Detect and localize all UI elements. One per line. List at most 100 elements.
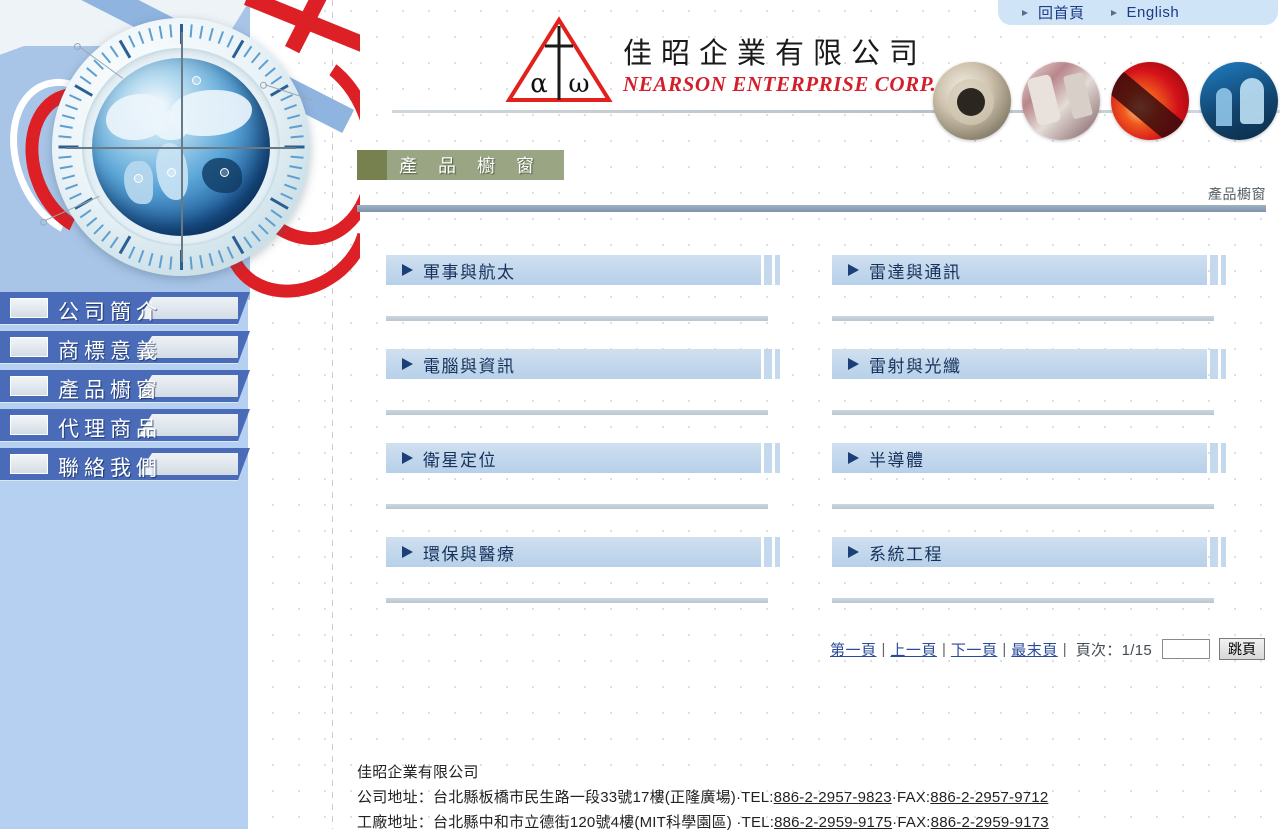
go-to-page-button[interactable]: 跳頁 [1218, 638, 1265, 660]
nav-plate-decoration [138, 453, 238, 475]
category-button-radar-communication[interactable]: 雷達與通訊 [832, 255, 1226, 285]
category-label: 環保與醫療 [423, 544, 516, 564]
sidebar-item-label: 公司簡介 [58, 301, 162, 324]
nav-plate-decoration [138, 297, 238, 319]
breadcrumb: 產品櫥窗 [1208, 186, 1266, 202]
globe-crosshair-vertical [181, 32, 183, 262]
pagination-prev-link[interactable]: 上一頁 [890, 639, 937, 660]
category-underline [832, 410, 1214, 415]
category-label: 電腦與資訊 [423, 356, 516, 376]
footer-factory-tel[interactable]: 886-2-2959-9175 [774, 814, 892, 831]
sidebar-item-company-profile[interactable]: 公司簡介 [0, 292, 250, 326]
nav-chip-icon [10, 298, 48, 318]
triangle-right-icon [402, 264, 413, 276]
category-button-semiconductor[interactable]: 半導體 [832, 443, 1226, 473]
globe-marker [220, 168, 229, 177]
category-button-military-aerospace[interactable]: 軍事與航太 [386, 255, 780, 285]
triangle-right-icon [848, 358, 859, 370]
category-underline [832, 598, 1214, 603]
pagination-separator: | [941, 640, 946, 658]
brand-name-english: NEARSON ENTERPRISE CORP. [623, 72, 937, 96]
sidebar-item-agency-products[interactable]: 代理商品 [0, 409, 250, 443]
pagination-next-link[interactable]: 下一頁 [951, 639, 998, 660]
nav-plate-decoration [138, 336, 238, 358]
brand-logo-block: α ω 佳昭企業有限公司 NEARSON ENTERPRISE CORP. [505, 14, 936, 110]
pagination-separator: | [881, 640, 886, 658]
pagination-separator: | [1062, 640, 1067, 658]
page-title-cap [357, 150, 387, 180]
category-label: 系統工程 [869, 544, 943, 564]
sidebar-navigation: 公司簡介 商標意義 產品櫥窗 代理商品 聯絡我們 [0, 292, 250, 487]
nav-chip-icon [10, 337, 48, 357]
category-row: 環保與醫療 系統工程 [386, 537, 1226, 603]
globe-marker [192, 76, 201, 85]
category-cell: 軍事與航太 [386, 255, 780, 321]
footer-factory-tel-label: ·TEL: [732, 814, 775, 831]
arrow-bullet-icon [1110, 8, 1120, 17]
category-row: 衛星定位 半導體 [386, 443, 1226, 509]
pagination-first-link[interactable]: 第一頁 [830, 639, 877, 660]
footer-office-fax-label: ·FAX: [891, 789, 931, 806]
pagination-page-info: 頁次：1/15 [1075, 641, 1152, 659]
triangle-right-icon [402, 358, 413, 370]
footer-office-tel[interactable]: 886-2-2957-9823 [774, 789, 892, 806]
mobile-phones-photo [1022, 62, 1100, 140]
category-underline [386, 504, 768, 509]
sidebar-item-label: 產品櫥窗 [58, 379, 162, 402]
nav-chip-icon [10, 454, 48, 474]
sidebar-item-label: 聯絡我們 [58, 457, 162, 480]
category-label: 軍事與航太 [423, 262, 516, 282]
category-label: 半導體 [869, 450, 925, 470]
footer-office-address: 台北縣板橋市民生路一段33號17樓(正隆廣場) [433, 789, 736, 806]
category-button-system-engineering[interactable]: 系統工程 [832, 537, 1226, 567]
arrow-bullet-icon [1022, 8, 1031, 17]
hero-globe-graphic [0, 0, 360, 300]
nav-chip-icon [10, 415, 48, 435]
category-underline [386, 598, 768, 603]
page-background: 回首頁 English α ω 佳昭企業有限公司 NEARSON ENTERPR… [0, 0, 1280, 831]
triangle-right-icon [402, 546, 413, 558]
triangle-alpha-omega-logo: α ω [505, 16, 613, 102]
top-nav-home-link[interactable]: 回首頁 [1022, 2, 1085, 23]
triangle-right-icon [848, 546, 859, 558]
category-button-satellite-positioning[interactable]: 衛星定位 [386, 443, 780, 473]
footer-factory-fax[interactable]: 886-2-2959-9173 [931, 814, 1049, 831]
category-underline [386, 316, 768, 321]
cleanroom-worker-photo [1200, 62, 1278, 140]
footer-factory-label: 工廠地址： [357, 814, 434, 831]
pagination-last-link[interactable]: 最末頁 [1011, 639, 1058, 660]
category-cell: 環保與醫療 [386, 537, 780, 603]
footer-office-fax[interactable]: 886-2-2957-9712 [930, 789, 1048, 806]
category-cell: 半導體 [832, 443, 1226, 509]
category-underline [832, 316, 1214, 321]
category-label: 雷射與光纖 [869, 356, 962, 376]
sidebar-item-trademark-meaning[interactable]: 商標意義 [0, 331, 250, 365]
content-top-rule [357, 205, 1266, 212]
category-label: 雷達與通訊 [869, 262, 962, 282]
pagination-separator: | [1002, 640, 1007, 658]
category-row: 電腦與資訊 雷射與光纖 [386, 349, 1226, 415]
header-thumbnail-strip [933, 62, 1278, 140]
nav-plate-decoration [138, 414, 238, 436]
page-number-input[interactable] [1161, 639, 1210, 659]
footer-factory-address: 台北縣中和市立德街120號4樓(MIT科學園區) [433, 814, 733, 831]
top-nav-english-label: English [1126, 4, 1180, 21]
sidebar-item-product-showcase[interactable]: 產品櫥窗 [0, 370, 250, 404]
category-underline [832, 504, 1214, 509]
top-nav-english-link[interactable]: English [1110, 4, 1180, 21]
footer: 佳昭企業有限公司 公司地址：台北縣板橋市民生路一段33號17樓(正隆廣場)·TE… [357, 760, 1049, 835]
category-button-environment-medical[interactable]: 環保與醫療 [386, 537, 780, 567]
nav-chip-icon [10, 376, 48, 396]
sidebar-item-contact-us[interactable]: 聯絡我們 [0, 448, 250, 482]
triangle-right-icon [848, 452, 859, 464]
category-label: 衛星定位 [423, 450, 497, 470]
category-button-laser-fiber-optics[interactable]: 雷射與光纖 [832, 349, 1226, 379]
category-cell: 雷達與通訊 [832, 255, 1226, 321]
brand-name-chinese: 佳昭企業有限公司 [623, 38, 928, 70]
pagination-controls: 第一頁 | 上一頁 | 下一頁 | 最末頁 | 頁次：1/15 跳頁 [830, 638, 1265, 660]
product-category-grid: 軍事與航太 雷達與通訊 電腦與資訊 雷射與光纖 衛星定位 半導體 環保與醫療 系… [386, 255, 1226, 631]
category-button-computer-information[interactable]: 電腦與資訊 [386, 349, 780, 379]
triangle-right-icon [848, 264, 859, 276]
category-cell: 電腦與資訊 [386, 349, 780, 415]
footer-office-label: 公司地址： [357, 789, 434, 806]
